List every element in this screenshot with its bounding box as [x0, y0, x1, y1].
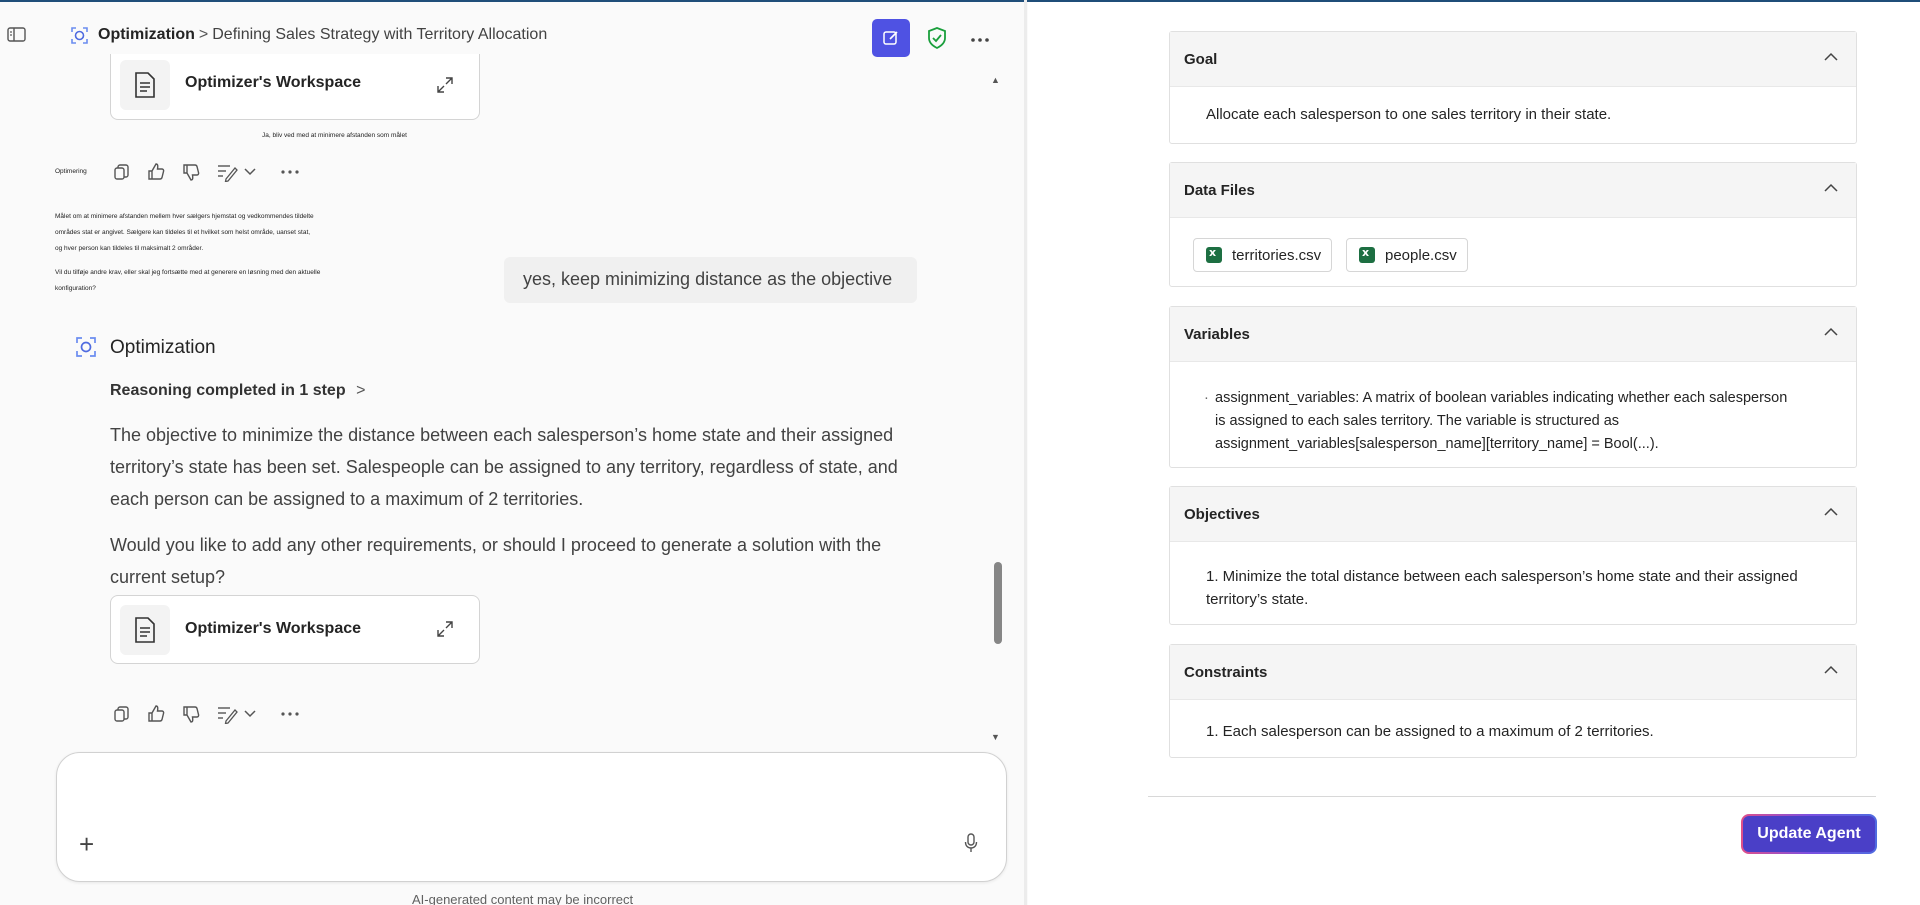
optimization-icon [75, 336, 97, 358]
workspace-card-label: Optimizer's Workspace [185, 74, 362, 91]
scroll-down-arrow[interactable]: ▼ [991, 732, 1000, 742]
more-icon [971, 38, 989, 42]
constraints-section: Constraints 1. Each salesperson can be a… [1169, 644, 1857, 758]
constraints-text: 1. Each salesperson can be assigned to a… [1206, 723, 1654, 740]
copy-icon[interactable] [113, 163, 131, 181]
breadcrumb-app[interactable]: Optimization [98, 26, 195, 43]
thumbs-down-icon[interactable] [181, 162, 201, 182]
excel-file-icon [1206, 246, 1222, 263]
data-files-header[interactable]: Data Files [1170, 163, 1856, 218]
message-actions-bottom [113, 702, 314, 726]
ai-disclaimer: AI-generated content may be incorrect [412, 892, 634, 905]
user-message-bubble: yes, keep minimizing distance as the obj… [504, 257, 917, 303]
scrollbar-thumb[interactable] [994, 562, 1002, 644]
chevron-up-icon[interactable] [1824, 52, 1838, 62]
objectives-text: 1. Minimize the total distance between e… [1206, 565, 1846, 611]
chevron-down-icon[interactable] [244, 168, 256, 176]
shield-check-icon[interactable] [926, 26, 948, 50]
thumbs-down-icon[interactable] [181, 704, 201, 724]
chevron-up-icon[interactable] [1824, 507, 1838, 517]
workspace-doc-icon [120, 60, 170, 110]
workspace-card-label: Optimizer's Workspace [185, 620, 362, 637]
chat-pane: Optimization > Defining Sales Strategy wit… [0, 2, 1027, 905]
update-agent-button[interactable]: Update Agent [1741, 814, 1877, 854]
danish-bot-line: konfiguration? [55, 285, 96, 292]
edit-icon [883, 31, 898, 45]
chevron-down-icon[interactable] [244, 710, 256, 718]
thumbs-up-icon[interactable] [146, 704, 166, 724]
danish-user-reply: Ja, bliv ved med at minimere afstanden s… [262, 132, 407, 139]
breadcrumb-separator: > [198, 26, 209, 43]
mic-icon[interactable] [964, 833, 978, 853]
variables-section: Variables · assignment_variables: A matr… [1169, 306, 1857, 468]
copy-icon[interactable] [113, 705, 131, 723]
update-agent-label: Update Agent [1743, 816, 1875, 852]
objectives-section: Objectives 1. Minimize the total distanc… [1169, 486, 1857, 625]
goal-header[interactable]: Goal [1170, 32, 1856, 87]
bot-paragraph-objective: The objective to minimize the distance b… [110, 425, 898, 509]
danish-bot-question: Vil du tilføje andre krav, eller skal je… [55, 265, 415, 297]
more-options-button[interactable] [970, 26, 998, 50]
file-chip-people[interactable]: people.csv [1346, 238, 1468, 272]
excel-file-icon [1359, 246, 1375, 263]
expand-icon[interactable] [436, 620, 454, 638]
variables-header[interactable]: Variables [1170, 307, 1856, 362]
thumbs-up-icon[interactable] [146, 162, 166, 182]
chevron-up-icon[interactable] [1824, 183, 1838, 193]
variables-text: assignment_variables: A matrix of boolea… [1215, 387, 1855, 456]
conversation-title: Defining Sales Strategy with Territory A… [212, 26, 548, 43]
agent-config-panel: Goal Allocate each salesperson to one sa… [1028, 2, 1920, 905]
objectives-line: territory’s state. [1206, 591, 1309, 608]
danish-bot-line: Vil du tilføje andre krav, eller skal je… [55, 269, 321, 276]
bot-name: Optimization [110, 337, 216, 358]
goal-section: Goal Allocate each salesperson to one sa… [1169, 31, 1857, 144]
sidebar-toggle-icon[interactable] [7, 26, 27, 44]
chevron-right-icon: > [356, 382, 366, 399]
workspace-card[interactable]: Optimizer's Workspace [110, 595, 480, 664]
reasoning-label: Reasoning completed in 1 step [110, 382, 346, 399]
goal-text: Allocate each salesperson to one sales t… [1206, 106, 1612, 123]
variables-line: assignment_variables[salesperson_name][t… [1215, 436, 1659, 452]
plus-icon[interactable]: + [79, 829, 94, 860]
expand-icon[interactable] [436, 76, 454, 94]
constraints-title: Constraints [1184, 664, 1268, 681]
breadcrumb: Optimization > Defining Sales Strategy wit… [98, 26, 547, 44]
workspace-card[interactable]: Optimizer's Workspace [110, 54, 480, 120]
danish-bot-line: områdes stat er angivet. Sælgere kan til… [55, 229, 311, 236]
workspace-doc-icon [120, 605, 170, 655]
rewrite-icon[interactable] [216, 704, 238, 724]
constraints-header[interactable]: Constraints [1170, 645, 1856, 700]
variables-bullet: · [1204, 390, 1209, 406]
file-name: territories.csv [1232, 246, 1322, 264]
variables-line: is assigned to each sales territory. The… [1215, 413, 1620, 429]
message-actions-top [113, 160, 314, 184]
chevron-up-icon[interactable] [1824, 665, 1838, 675]
more-icon[interactable] [281, 170, 299, 174]
danish-bot-name: Optimering [55, 168, 87, 175]
variables-line: assignment_variables: A matrix of boolea… [1215, 390, 1788, 406]
panel-divider [1148, 796, 1876, 797]
objectives-line: 1. Minimize the total distance between e… [1206, 568, 1798, 585]
new-chat-button[interactable] [872, 19, 910, 57]
message-composer[interactable]: + [56, 752, 1007, 882]
optimization-icon [70, 26, 89, 45]
reasoning-toggle[interactable]: Reasoning completed in 1 step > [110, 382, 365, 400]
data-files-title: Data Files [1184, 182, 1255, 199]
variables-title: Variables [1184, 326, 1250, 343]
danish-bot-paragraph: Målet om at minimere afstanden mellem hv… [55, 209, 415, 257]
scroll-up-arrow[interactable]: ▲ [991, 75, 1000, 85]
danish-bot-line: og hver person kan tildeles til maksimal… [55, 245, 204, 252]
more-icon[interactable] [281, 712, 299, 716]
bot-paragraph-question: Would you like to add any other requirem… [110, 535, 882, 587]
pane-resize-handle[interactable] [1024, 0, 1027, 905]
objectives-header[interactable]: Objectives [1170, 487, 1856, 542]
rewrite-icon[interactable] [216, 162, 238, 182]
objectives-title: Objectives [1184, 506, 1260, 523]
file-chip-territories[interactable]: territories.csv [1193, 238, 1333, 272]
danish-bot-line: Målet om at minimere afstanden mellem hv… [55, 213, 314, 220]
file-name: people.csv [1385, 246, 1457, 264]
data-files-section: Data Files territories.csv people.csv [1169, 162, 1857, 287]
chevron-up-icon[interactable] [1824, 327, 1838, 337]
goal-title: Goal [1184, 51, 1218, 68]
